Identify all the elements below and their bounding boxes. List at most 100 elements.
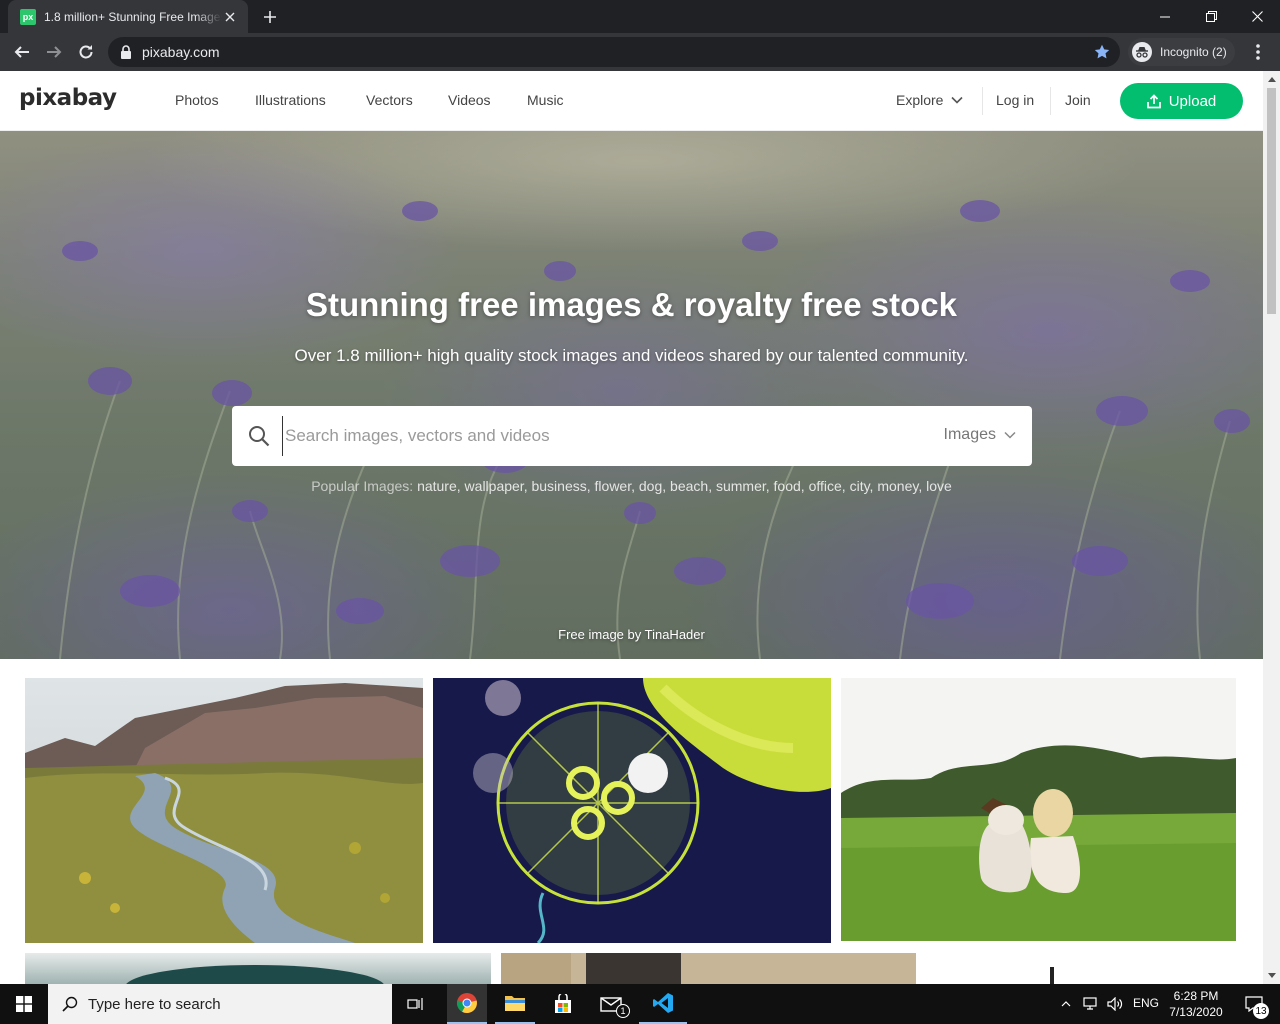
- upload-icon: [1146, 93, 1161, 108]
- popular-tag[interactable]: food: [774, 478, 801, 494]
- task-view-icon[interactable]: [400, 984, 432, 1024]
- browser-menu-icon[interactable]: [1246, 38, 1270, 66]
- chevron-down-icon: [951, 96, 964, 104]
- notification-center-icon[interactable]: 13: [1234, 984, 1274, 1024]
- site-header: pixabay Photos Illustrations Vectors Vid…: [0, 71, 1263, 131]
- windows-logo-icon: [16, 996, 32, 1012]
- explore-label: Explore: [896, 92, 944, 108]
- popular-tag[interactable]: beach: [670, 478, 708, 494]
- page-viewport: pixabay Photos Illustrations Vectors Vid…: [0, 71, 1280, 984]
- clock-date: 7/13/2020: [1169, 1005, 1223, 1019]
- tab-close-icon[interactable]: [222, 9, 238, 25]
- header-divider: [982, 87, 983, 115]
- close-window-icon[interactable]: [1234, 0, 1280, 33]
- search-type-dropdown[interactable]: Images: [944, 426, 1016, 444]
- popular-tag[interactable]: love: [926, 478, 952, 494]
- browser-tab-active[interactable]: px 1.8 million+ Stunning Free Images: [8, 0, 248, 33]
- gallery-photo: [501, 953, 916, 984]
- start-button[interactable]: [0, 984, 48, 1024]
- hero-overlay: [0, 131, 1263, 659]
- gallery-image-girl-with-dog[interactable]: [841, 678, 1236, 941]
- scrollbar-thumb[interactable]: [1267, 88, 1276, 314]
- incognito-icon: [1132, 42, 1152, 62]
- mail-badge: 1: [616, 1004, 630, 1018]
- header-divider: [1050, 87, 1051, 115]
- reload-icon[interactable]: [72, 38, 100, 66]
- pixabay-favicon-icon: px: [20, 8, 36, 25]
- jellyfish-photo: [433, 678, 831, 943]
- pixabay-logo[interactable]: pixabay: [19, 85, 117, 111]
- restore-window-icon[interactable]: [1188, 0, 1234, 33]
- incognito-label: Incognito (2): [1160, 45, 1227, 59]
- back-arrow-icon[interactable]: [8, 38, 36, 66]
- search-type-label: Images: [943, 426, 996, 443]
- popular-tag[interactable]: wallpaper: [465, 478, 524, 494]
- file-explorer-icon[interactable]: [495, 984, 535, 1024]
- browser-tab-strip: px 1.8 million+ Stunning Free Images: [0, 0, 1280, 33]
- incognito-indicator[interactable]: Incognito (2): [1128, 38, 1235, 66]
- nav-music[interactable]: Music: [527, 92, 564, 108]
- upload-label: Upload: [1168, 92, 1217, 110]
- windows-taskbar: Type here to search 1 ENG 6:28 PM 7/13/2…: [0, 984, 1280, 1024]
- popular-tag[interactable]: money: [877, 478, 918, 494]
- popular-tag[interactable]: office: [809, 478, 842, 494]
- nav-vectors[interactable]: Vectors: [366, 92, 413, 108]
- join-link[interactable]: Join: [1065, 92, 1091, 108]
- popular-tag[interactable]: summer: [716, 478, 766, 494]
- scroll-down-arrow-icon[interactable]: [1263, 967, 1280, 984]
- url-text: pixabay.com: [142, 44, 220, 60]
- popular-label: Popular Images:: [311, 478, 414, 494]
- search-icon[interactable]: [248, 425, 270, 447]
- system-clock[interactable]: 6:28 PM 7/13/2020: [1168, 988, 1224, 1020]
- search-input[interactable]: [282, 416, 922, 456]
- nav-photos[interactable]: Photos: [175, 92, 219, 108]
- chevron-down-icon: [1004, 431, 1016, 439]
- page-scrollbar[interactable]: [1263, 71, 1280, 984]
- upload-button[interactable]: Upload: [1120, 83, 1243, 119]
- address-bar[interactable]: pixabay.com: [108, 37, 1120, 67]
- nav-illustrations[interactable]: Illustrations: [255, 92, 326, 108]
- language-indicator[interactable]: ENG: [1133, 996, 1159, 1010]
- chevron-up-icon[interactable]: [1058, 984, 1074, 1024]
- tab-title: 1.8 million+ Stunning Free Images: [44, 9, 222, 24]
- hero-banner: Stunning free images & royalty free stoc…: [0, 131, 1263, 659]
- chrome-taskbar-icon[interactable]: [447, 984, 487, 1024]
- mail-icon[interactable]: 1: [591, 984, 631, 1024]
- taskbar-search-box[interactable]: Type here to search: [48, 984, 392, 1024]
- gallery-image-mountain-stream[interactable]: [25, 678, 423, 943]
- taskbar-search-placeholder: Type here to search: [88, 995, 221, 1013]
- gallery-image-partial[interactable]: [1050, 967, 1054, 984]
- popular-tag[interactable]: nature: [417, 478, 457, 494]
- popular-tag[interactable]: city: [850, 478, 870, 494]
- clock-time: 6:28 PM: [1173, 989, 1219, 1003]
- gallery-image-partial[interactable]: [501, 953, 916, 984]
- nav-videos[interactable]: Videos: [448, 92, 491, 108]
- image-credit[interactable]: Free image by TinaHader: [0, 627, 1263, 642]
- mountain-stream-photo: [25, 678, 423, 943]
- explore-menu[interactable]: Explore: [896, 92, 964, 108]
- hero-subtitle: Over 1.8 million+ high quality stock ima…: [294, 346, 969, 365]
- popular-tag[interactable]: flower: [595, 478, 632, 494]
- lock-icon: [121, 45, 131, 59]
- girl-with-dog-photo: [841, 678, 1236, 941]
- notification-count-badge: 13: [1253, 1003, 1269, 1019]
- popular-tag[interactable]: dog: [639, 478, 662, 494]
- vscode-icon[interactable]: [639, 984, 687, 1024]
- new-tab-button[interactable]: [258, 5, 282, 29]
- gallery-image-partial[interactable]: [25, 953, 491, 984]
- forward-arrow-icon[interactable]: [40, 38, 68, 66]
- hero-title: Stunning free images & royalty free stoc…: [305, 286, 958, 323]
- scroll-up-arrow-icon[interactable]: [1263, 71, 1280, 88]
- gallery-image-jellyfish[interactable]: [433, 678, 831, 943]
- minimize-window-icon[interactable]: [1142, 0, 1188, 33]
- microsoft-store-icon[interactable]: [543, 984, 583, 1024]
- popular-tags: Popular Images: nature, wallpaper, busin…: [311, 478, 952, 494]
- login-link[interactable]: Log in: [996, 92, 1034, 108]
- browser-toolbar: pixabay.com Incognito (2): [0, 33, 1280, 71]
- gallery-photo: [25, 953, 491, 984]
- volume-icon[interactable]: [1105, 984, 1125, 1024]
- network-icon[interactable]: [1082, 984, 1100, 1024]
- bookmark-star-icon[interactable]: [1094, 44, 1110, 60]
- popular-tag[interactable]: business: [531, 478, 586, 494]
- main-search-box: Images: [232, 406, 1032, 466]
